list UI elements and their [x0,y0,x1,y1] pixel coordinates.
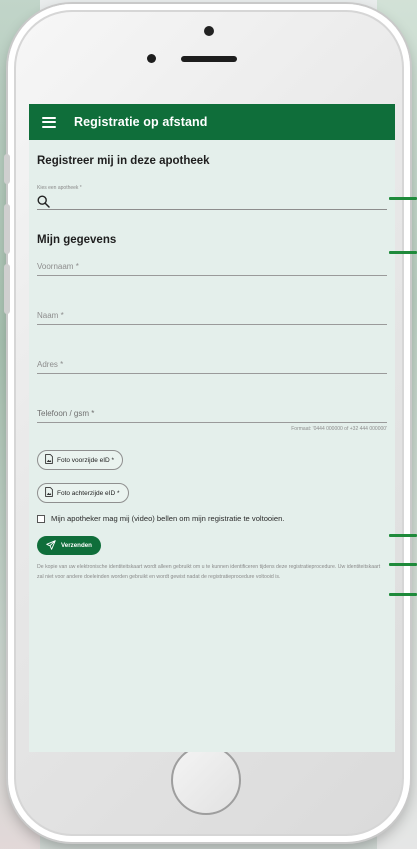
callback-consent-checkbox[interactable] [37,514,45,523]
annotation-marker [389,534,417,537]
phone-format-hint: Formaat: '0444 000000 of +32 444 000000' [291,426,387,432]
callback-consent-label[interactable]: Mijn apotheker mag mij (video) bellen om… [51,514,284,523]
submit-button[interactable]: Verzenden [37,536,101,555]
annotation-marker [389,251,417,254]
side-button [4,204,10,254]
annotation-marker [389,563,417,566]
pharmacy-section-title: Registreer mij in deze apotheek [37,155,210,167]
privacy-disclaimer: De kopie van uw elektronische identiteit… [37,564,381,580]
file-image-icon [45,487,53,499]
home-button[interactable] [171,745,241,815]
phone-field[interactable]: Telefoon / gsm * [37,409,387,423]
annotation-marker [389,197,417,200]
search-icon [37,194,50,208]
callback-consent-row: Mijn apotheker mag mij (video) bellen om… [37,514,387,523]
app-bar-title: Registratie op afstand [74,115,208,129]
front-camera [204,26,214,36]
form-container: Registreer mij in deze apotheek Kies een… [29,155,395,582]
file-image-icon [45,454,53,466]
first-name-field[interactable]: Voornaam * [37,262,387,276]
side-button [4,264,10,314]
earpiece-speaker [181,56,237,62]
submit-label: Verzenden [61,542,92,549]
app-bar: Registratie op afstand [29,104,395,140]
paper-plane-icon [46,539,56,552]
side-button [4,154,10,184]
hamburger-menu-icon[interactable] [42,116,56,128]
upload-front-id-label: Foto voorzijde eID * [57,456,115,464]
app-screen: Registratie op afstand Registreer mij in… [29,104,395,752]
upload-back-id-label: Foto achterzijde eID * [57,489,120,497]
annotation-marker [389,593,417,596]
upload-front-id-button[interactable]: Foto voorzijde eID * [37,450,124,470]
address-field[interactable]: Adres * [37,360,387,374]
personal-section-title: Mijn gegevens [37,234,117,246]
proximity-sensor [147,54,156,63]
upload-back-id-button[interactable]: Foto achterzijde eID * [37,483,129,503]
pharmacy-search-input[interactable] [37,193,387,210]
pharmacy-field-label: Kies een apotheek * [37,185,82,191]
last-name-field[interactable]: Naam * [37,311,387,325]
